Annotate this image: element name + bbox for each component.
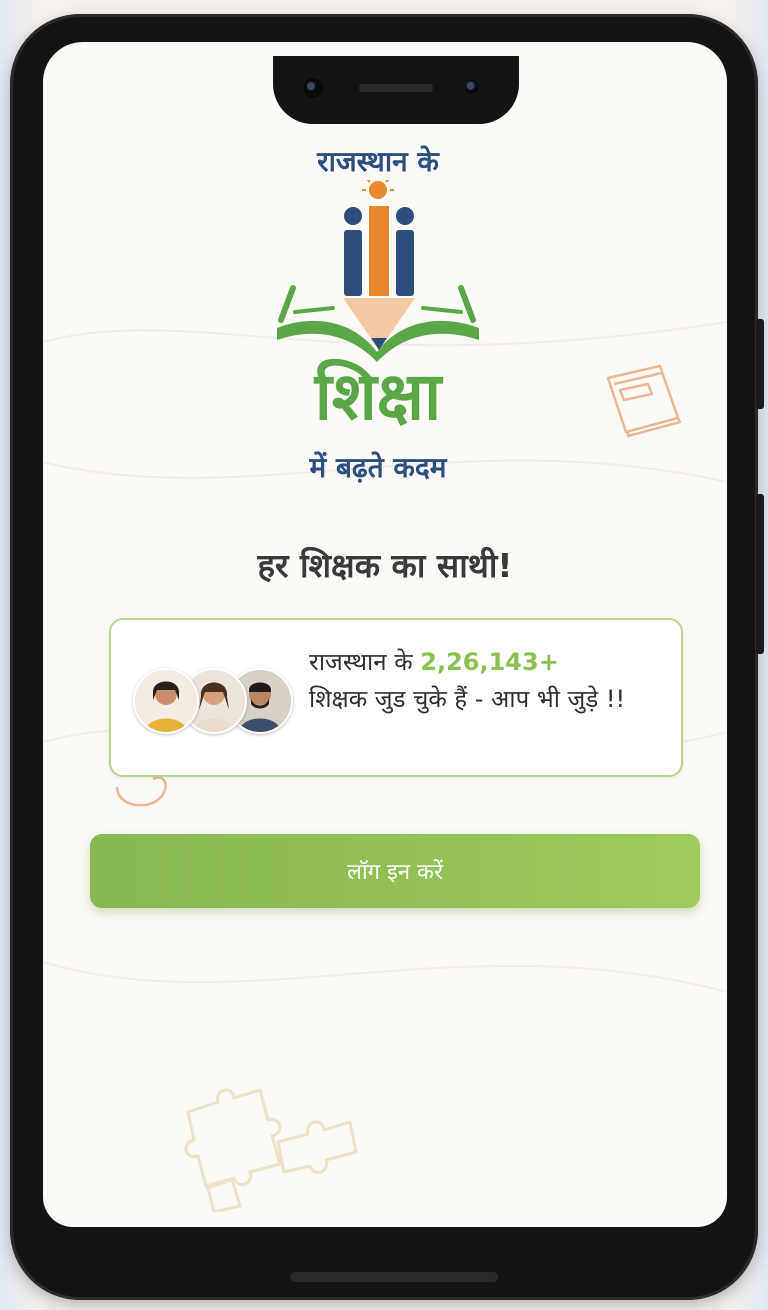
info-prefix: राजस्थान के	[309, 648, 421, 676]
teachers-joined-text: राजस्थान के 2,26,143+ शिक्षक जुड चुके हैं…	[309, 644, 659, 718]
phone-frame: राजस्थान के शिक्षा में बढ़ते कदम हर शिक्…	[10, 14, 764, 1300]
teachers-joined-card: राजस्थान के 2,26,143+ शिक्षक जुड चुके हैं…	[109, 618, 683, 777]
power-button	[756, 319, 764, 409]
app-screenshot: राजस्थान के शिक्षा में बढ़ते कदम हर शिक्…	[0, 0, 768, 1310]
phone-notch	[273, 56, 519, 124]
pencil-book-emblem-icon	[277, 180, 479, 362]
volume-button	[756, 494, 764, 654]
book-doodle-icon	[606, 364, 682, 438]
app-logo: राजस्थान के शिक्षा में बढ़ते कदम	[258, 142, 498, 487]
front-camera-icon	[303, 78, 323, 98]
logo-top-text: राजस्थान के	[317, 145, 439, 178]
logo-main-text: शिक्षा	[314, 358, 442, 435]
sun-icon	[362, 180, 394, 199]
avatar-group	[133, 668, 293, 734]
puzzle-doodle-icon	[184, 1088, 358, 1212]
logo-sub-text: में बढ़ते कदम	[309, 451, 447, 484]
teacher-avatar-1	[133, 668, 199, 734]
tagline: हर शिक्षक का साथी!	[257, 546, 513, 585]
login-button[interactable]: लॉग इन करें	[90, 834, 700, 908]
earpiece-speaker	[359, 84, 433, 92]
bottom-speaker-bar	[290, 1272, 498, 1282]
teachers-count: 2,26,143+	[420, 648, 559, 676]
app-screen: राजस्थान के शिक्षा में बढ़ते कदम हर शिक्…	[43, 42, 727, 1227]
sensor-icon	[465, 80, 479, 94]
info-suffix: शिक्षक जुड चुके हैं - आप भी जुड़े !!	[309, 685, 626, 713]
